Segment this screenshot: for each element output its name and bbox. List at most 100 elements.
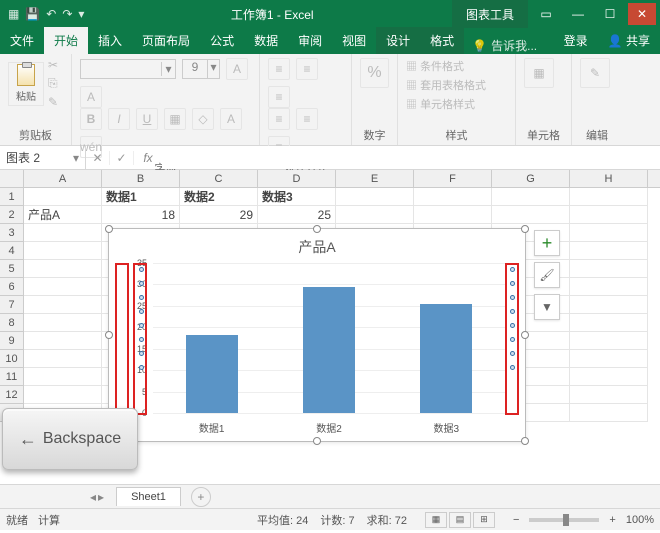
cell[interactable]: 25 [258,206,336,224]
font-color-icon[interactable]: A [220,108,242,130]
axis-handles[interactable] [507,267,517,370]
col-header[interactable]: B [102,170,180,187]
cancel-formula-icon[interactable]: ✕ [86,151,110,165]
cells-icon[interactable]: ▦ [524,58,554,88]
align-bottom-icon[interactable]: ≡ [268,86,290,108]
bold-icon[interactable]: B [80,108,102,130]
align-top-icon[interactable]: ≡ [268,58,290,80]
maximize-icon[interactable]: ☐ [596,3,624,25]
share-button[interactable]: 👤 共享 [598,27,660,54]
fill-color-icon[interactable]: ◇ [192,108,214,130]
sheet-nav-prev-icon[interactable]: ◂ [90,490,96,504]
col-header[interactable]: A [24,170,102,187]
page-break-view-icon[interactable]: ⊞ [473,512,495,528]
col-header[interactable]: D [258,170,336,187]
paste-button[interactable]: 粘贴 [8,62,44,106]
name-box[interactable]: 图表 2▾ [0,146,86,169]
close-icon[interactable]: ✕ [628,3,656,25]
save-icon[interactable]: 💾 [25,7,40,21]
font-size-select[interactable]: 9▾ [182,59,220,79]
percent-icon[interactable]: % [360,58,389,88]
format-painter-icon[interactable]: ✎ [48,95,58,109]
bar[interactable] [303,287,355,413]
tab-layout[interactable]: 页面布局 [132,27,200,54]
cell[interactable]: 29 [180,206,258,224]
select-all[interactable] [0,170,24,187]
zoom-level[interactable]: 100% [626,514,654,526]
add-sheet-button[interactable]: + [191,487,211,507]
minimize-icon[interactable]: — [564,3,592,25]
cut-icon[interactable]: ✂ [48,58,58,72]
cell[interactable]: 数据1 [102,188,180,206]
conditional-format-button[interactable]: ▦ 条件格式 [406,58,507,74]
col-header[interactable]: F [414,170,492,187]
axis-handles[interactable] [136,267,146,370]
enter-formula-icon[interactable]: ✓ [110,151,134,165]
col-header[interactable]: E [336,170,414,187]
tab-home[interactable]: 开始 [44,27,88,54]
row-header[interactable]: 3 [0,224,24,242]
row-header[interactable]: 7 [0,296,24,314]
col-header[interactable]: G [492,170,570,187]
tab-file[interactable]: 文件 [0,27,44,54]
border-icon[interactable]: ▦ [164,108,186,130]
bar[interactable] [420,304,472,413]
undo-icon[interactable]: ↶ [46,7,56,21]
fx-icon[interactable]: fx [134,151,162,165]
tab-design[interactable]: 设计 [376,27,420,54]
qat-dropdown-icon[interactable]: ▾ [78,7,84,21]
x-axis[interactable]: 数据1数据2数据3 [153,420,505,435]
decrease-font-icon[interactable]: A [80,86,102,108]
align-center-icon[interactable]: ≡ [296,108,318,130]
tab-review[interactable]: 审阅 [288,27,332,54]
zoom-in-icon[interactable]: + [609,514,615,526]
bar[interactable] [186,335,238,413]
login-button[interactable]: 登录 [554,27,598,54]
row-header[interactable]: 1 [0,188,24,206]
cell[interactable]: 数据3 [258,188,336,206]
increase-font-icon[interactable]: A [226,58,248,80]
row-header[interactable]: 11 [0,368,24,386]
normal-view-icon[interactable]: ▦ [425,512,447,528]
chart-title[interactable]: 产品A [109,229,525,261]
sheet-tab[interactable]: Sheet1 [116,487,181,506]
editing-icon[interactable]: ✎ [580,58,610,88]
underline-icon[interactable]: U [136,108,158,130]
row-header[interactable]: 2 [0,206,24,224]
tab-insert[interactable]: 插入 [88,27,132,54]
tab-format[interactable]: 格式 [420,27,464,54]
col-header[interactable]: C [180,170,258,187]
row-header[interactable]: 10 [0,350,24,368]
worksheet[interactable]: A B C D E F G H 12345678910111213 数据1 数据… [0,170,660,484]
zoom-out-icon[interactable]: − [513,514,519,526]
cell[interactable]: 数据2 [180,188,258,206]
row-header[interactable]: 5 [0,260,24,278]
chart-elements-button[interactable]: + [534,230,560,256]
row-header[interactable]: 6 [0,278,24,296]
chart[interactable]: 产品A 05101520253035 数据1数据2数据3 [108,228,526,442]
cell[interactable] [24,188,102,206]
plot-area[interactable]: 05101520253035 [153,263,505,413]
cell-styles-button[interactable]: ▦ 单元格样式 [406,96,507,112]
row-header[interactable]: 9 [0,332,24,350]
redo-icon[interactable]: ↷ [62,7,72,21]
align-left-icon[interactable]: ≡ [268,108,290,130]
italic-icon[interactable]: I [108,108,130,130]
tell-me[interactable]: 💡告诉我... [464,37,554,54]
tab-view[interactable]: 视图 [332,27,376,54]
page-layout-view-icon[interactable]: ▤ [449,512,471,528]
zoom-slider[interactable] [529,518,599,522]
font-select[interactable]: ▾ [80,59,176,79]
copy-icon[interactable]: ⎘ [48,76,58,91]
chart-filters-button[interactable]: ▼ [534,294,560,320]
align-middle-icon[interactable]: ≡ [296,58,318,80]
formula-input[interactable] [162,146,660,169]
table-format-button[interactable]: ▦ 套用表格格式 [406,77,507,93]
cell[interactable]: 产品A [24,206,102,224]
cell[interactable]: 18 [102,206,180,224]
row-header[interactable]: 4 [0,242,24,260]
ribbon-options-icon[interactable]: ▭ [532,3,560,25]
tab-formulas[interactable]: 公式 [200,27,244,54]
tab-data[interactable]: 数据 [244,27,288,54]
sheet-nav-next-icon[interactable]: ▸ [98,490,104,504]
